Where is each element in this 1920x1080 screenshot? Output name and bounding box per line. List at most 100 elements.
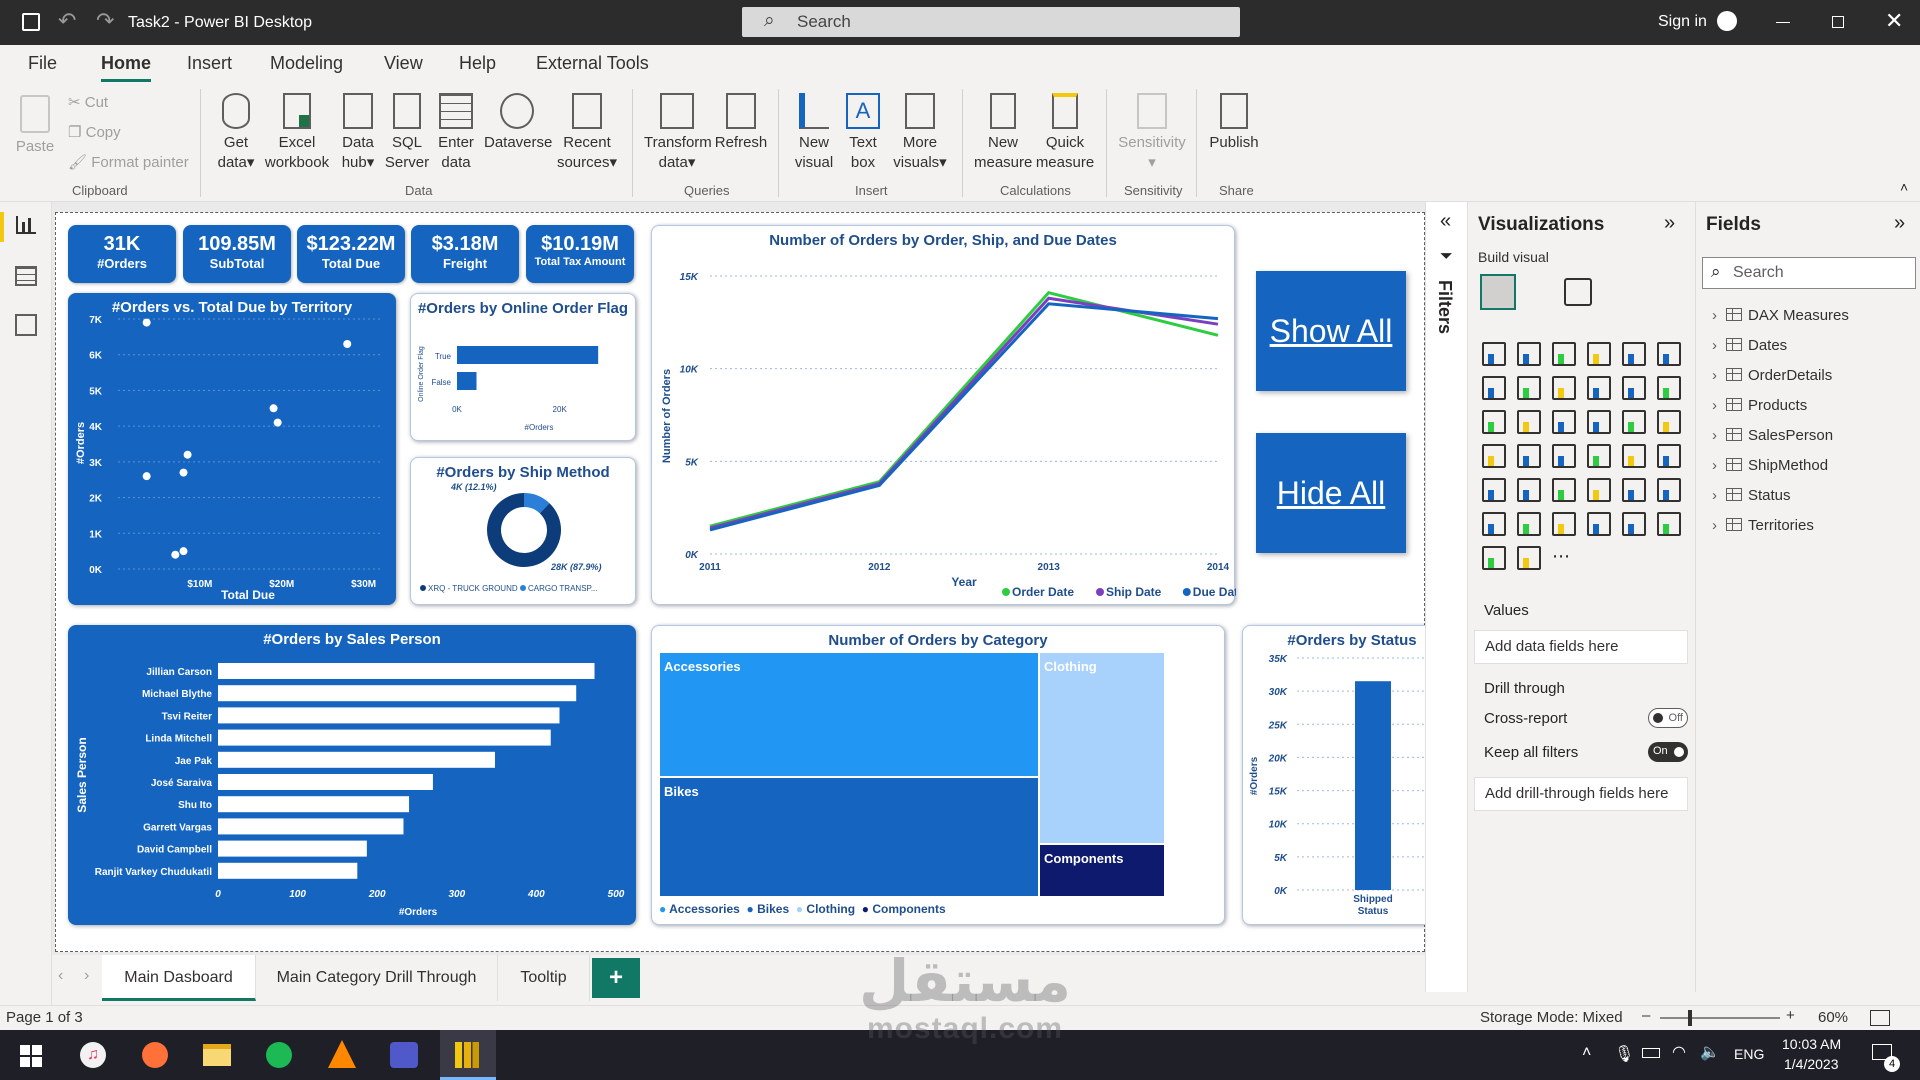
model-view-icon[interactable]	[15, 314, 37, 336]
visual-type-icon[interactable]	[1622, 512, 1646, 536]
visual-type-icon[interactable]	[1657, 478, 1681, 502]
visual-type-icon[interactable]	[1517, 376, 1541, 400]
add-page-button[interactable]: +	[592, 958, 640, 998]
visual-type-icon[interactable]: ⋯	[1552, 546, 1576, 570]
filters-pane[interactable]: « ⏷ Filters	[1425, 202, 1467, 992]
visual-type-icon[interactable]	[1482, 444, 1506, 468]
tab-help[interactable]: Help	[459, 53, 496, 74]
report-view-icon[interactable]	[0, 212, 4, 242]
visual-type-icon[interactable]	[1517, 444, 1541, 468]
hide-all-button[interactable]: Hide All	[1256, 433, 1406, 553]
visual-type-icon[interactable]	[1552, 478, 1576, 502]
visual-type-icon[interactable]	[1587, 444, 1611, 468]
fields-search[interactable]: ⌕ Search	[1702, 257, 1916, 289]
firefox-icon[interactable]	[142, 1042, 168, 1068]
field-table-orderdetails[interactable]: › OrderDetails	[1712, 364, 1832, 388]
keep-filters-toggle[interactable]: On	[1648, 742, 1688, 762]
visual-type-icon[interactable]	[1657, 410, 1681, 434]
visual-type-icon[interactable]	[1622, 444, 1646, 468]
visual-type-icon[interactable]	[1622, 342, 1646, 366]
data-view-icon[interactable]	[15, 266, 37, 286]
microphone-icon[interactable]: 🎙	[1614, 1044, 1634, 1064]
close-icon[interactable]: ✕	[1885, 8, 1903, 34]
visual-type-icon[interactable]	[1517, 478, 1541, 502]
save-icon[interactable]	[22, 13, 40, 31]
zoom-thumb[interactable]	[1688, 1010, 1692, 1026]
field-table-products[interactable]: › Products	[1712, 394, 1807, 418]
scatter-territory[interactable]: #Orders vs. Total Due by Territory 0K 1K 2…	[68, 293, 396, 605]
transform-data-button[interactable]: Transform data▾	[644, 93, 712, 173]
tab-home[interactable]: Home	[101, 53, 152, 82]
field-table-dax-measures[interactable]: › DAX Measures	[1712, 304, 1849, 328]
visual-type-icon[interactable]	[1517, 410, 1541, 434]
chevron-up-icon[interactable]: ˄	[1582, 1044, 1591, 1062]
collapse-fields-icon[interactable]: »	[1894, 212, 1905, 235]
clock-date[interactable]: 1/4/2023	[1784, 1056, 1839, 1072]
paste-button[interactable]: Paste	[14, 95, 56, 157]
more-visuals-button[interactable]: More visuals▾	[890, 93, 950, 173]
page-tab-main[interactable]: Main Dasboard	[102, 955, 256, 1001]
data-hub-button[interactable]: Data hub▾	[336, 93, 380, 173]
visual-type-icon[interactable]	[1517, 546, 1541, 570]
avatar[interactable]	[1717, 11, 1737, 31]
itunes-icon[interactable]: ♫	[80, 1042, 106, 1068]
signin-link[interactable]: Sign in	[1658, 13, 1707, 31]
add-drill-field-well[interactable]: Add drill-through fields here	[1474, 777, 1688, 811]
minimize-icon[interactable]	[1776, 22, 1790, 23]
visual-type-icon[interactable]	[1552, 512, 1576, 536]
show-all-button[interactable]: Show All	[1256, 271, 1406, 391]
zoom-slider[interactable]	[1660, 1017, 1780, 1019]
treemap-tile-bikes[interactable]: Bikes	[659, 777, 1039, 897]
visual-type-icon[interactable]	[1587, 376, 1611, 400]
visual-type-icon[interactable]	[1587, 410, 1611, 434]
enter-data-button[interactable]: Enter data	[434, 93, 478, 173]
visual-type-icon[interactable]	[1482, 546, 1506, 570]
quick-measure-button[interactable]: Quick measure	[1034, 93, 1096, 173]
vlc-icon[interactable]	[328, 1040, 356, 1068]
kpi-card-freight[interactable]: $3.18M Freight	[411, 225, 519, 283]
file-explorer-icon[interactable]	[203, 1044, 231, 1066]
wifi-icon[interactable]: ◠	[1672, 1042, 1686, 1062]
field-table-status[interactable]: › Status	[1712, 484, 1791, 508]
visual-type-icon[interactable]	[1552, 444, 1576, 468]
visual-type-icon[interactable]	[1482, 342, 1506, 366]
field-table-salesperson[interactable]: › SalesPerson	[1712, 424, 1833, 448]
tab-insert[interactable]: Insert	[187, 53, 232, 74]
clock-time[interactable]: 10:03 AM	[1782, 1036, 1841, 1052]
visual-type-icon[interactable]	[1517, 512, 1541, 536]
add-data-field-well[interactable]: Add data fields here	[1474, 630, 1688, 664]
expand-filters-icon[interactable]: «	[1440, 210, 1451, 233]
visual-type-icon[interactable]	[1552, 376, 1576, 400]
language-indicator[interactable]: ENG	[1734, 1046, 1764, 1062]
copy-button[interactable]: ❐ Copy	[68, 123, 121, 143]
treemap-tile-components[interactable]: Components	[1039, 844, 1165, 897]
visual-type-icon[interactable]	[1622, 376, 1646, 400]
line-orders-dates[interactable]: Number of Orders by Order, Ship, and Due…	[651, 225, 1236, 605]
visual-type-icon[interactable]	[1622, 478, 1646, 502]
search-box[interactable]: ⌕ Search	[742, 7, 1240, 37]
sensitivity-button[interactable]: Sensitivity ▾	[1116, 93, 1188, 173]
windows-start-icon[interactable]	[20, 1045, 42, 1067]
collapse-viz-icon[interactable]: »	[1664, 212, 1675, 235]
next-page-icon[interactable]: ›	[84, 967, 89, 985]
visual-type-icon[interactable]	[1517, 342, 1541, 366]
visual-type-icon[interactable]	[1657, 444, 1681, 468]
restore-icon[interactable]	[1832, 16, 1844, 28]
spotify-icon[interactable]	[266, 1042, 292, 1068]
visual-type-icon[interactable]	[1482, 478, 1506, 502]
bar-online-flag[interactable]: #Orders by Online Order Flag True False 0K…	[410, 293, 636, 441]
kpi-card-subtotal[interactable]: 109.85M SubTotal	[183, 225, 291, 283]
fit-page-icon[interactable]	[1870, 1010, 1890, 1026]
publish-button[interactable]: Publish	[1206, 93, 1262, 153]
get-data-button[interactable]: Get data▾	[212, 93, 260, 173]
teams-icon[interactable]	[390, 1042, 418, 1068]
collapse-ribbon-icon[interactable]: ˄	[1900, 179, 1908, 195]
cut-button[interactable]: ✂ Cut	[68, 93, 108, 113]
tab-external-tools[interactable]: External Tools	[536, 53, 649, 74]
page-tab-drill[interactable]: Main Category Drill Through	[256, 955, 498, 1001]
volume-icon[interactable]: 🔈	[1700, 1042, 1720, 1062]
kpi-card-orders[interactable]: 31K #Orders	[68, 225, 176, 283]
bar-sales-person[interactable]: #Orders by Sales Person Jillian Carson Mi…	[68, 625, 636, 925]
tab-modeling[interactable]: Modeling	[270, 53, 343, 74]
visual-type-icon[interactable]	[1482, 410, 1506, 434]
